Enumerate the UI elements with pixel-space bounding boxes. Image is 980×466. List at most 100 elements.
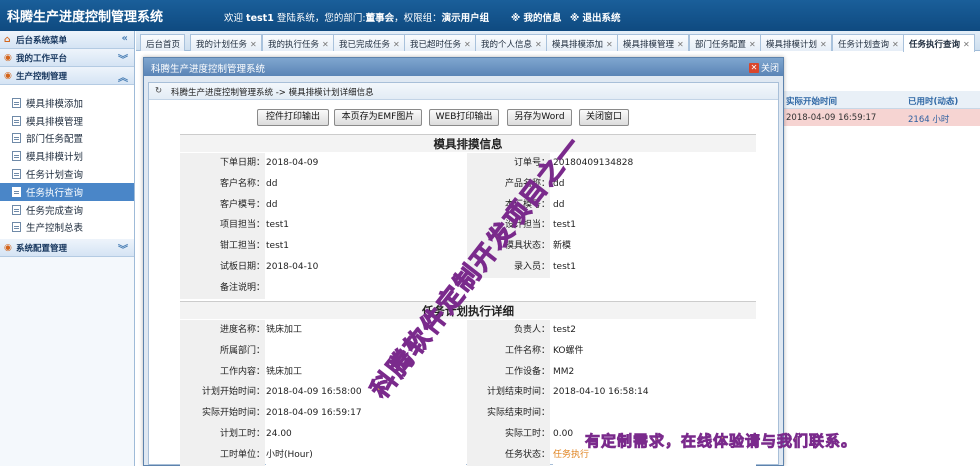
app-title: 科腾生产进度控制管理系统 [7, 10, 164, 25]
tab-my-exec[interactable]: 我的执行任务 ✕ [262, 34, 334, 51]
sidebar-item-production-summary[interactable]: 生产控制总表 [0, 219, 134, 237]
sidebar-item-mold-add[interactable]: 模具排模添加 [0, 94, 134, 112]
tab-my-done[interactable]: 我已完成任务 ✕ [333, 34, 405, 51]
logout-link[interactable]: ※ 退出系统 [570, 10, 621, 24]
info-row: 所属部门： 工件名称： KO螺件 [180, 340, 756, 362]
tab-bar: 后台首页 我的计划任务 ✕ 我的执行任务 ✕ 我已完成任务 ✕ 我已超时任务 ✕ 我的个… [136, 31, 980, 52]
table-row[interactable]: 2018-04-09 16:59:17 2164 小时 [784, 109, 980, 126]
tab-mold-add[interactable]: 模具排模添加 ✕ [546, 34, 618, 51]
field-label: 项目担当： [180, 215, 265, 237]
close-icon[interactable]: ✕ [963, 40, 970, 49]
sidebar-menu-header[interactable]: ⌂ 后台系统菜单 « [0, 31, 134, 49]
field-label: 负责人： [467, 320, 550, 341]
close-icon[interactable]: ✕ [322, 40, 329, 49]
close-icon[interactable]: ✕ [393, 40, 400, 49]
field-label: 进度名称： [180, 320, 265, 341]
field-value: 2018-04-10 16:58:14 [553, 382, 756, 404]
close-icon: ✕ [748, 62, 759, 73]
field-value: 2018-04-09 [266, 153, 466, 174]
sidebar-item-mold-plan[interactable]: 模具排模计划 [0, 147, 134, 165]
sidebar-production[interactable]: ◉ 生产控制管理 ︽ [0, 67, 134, 85]
sidebar-item-label: 任务计划查询 [26, 170, 84, 182]
tab-my-info[interactable]: 我的个人信息 ✕ [475, 34, 547, 51]
field-label: 客户模号： [180, 194, 265, 216]
table-cell: 2018-04-09 16:59:17 [786, 113, 877, 123]
print-control-button[interactable]: 控件打印输出 [257, 109, 329, 126]
sidebar-item-task-done-query[interactable]: 任务完成查询 [0, 201, 134, 219]
link-icon: ↻ [155, 86, 163, 96]
column-header: 已用时(动态) [908, 97, 959, 107]
tab-mold-plan[interactable]: 模具排模计划 ✕ [760, 34, 832, 51]
my-info-link[interactable]: ※ 我的信息 [511, 10, 562, 24]
sidebar-item-label: 任务执行查询 [26, 187, 84, 199]
document-icon [12, 169, 21, 180]
chevron-down-icon: ︾ [118, 245, 128, 256]
sidebar-workbench-label: 我的工作平台 [16, 53, 68, 64]
tab-task-plan-query[interactable]: 任务计划查询 ✕ [832, 34, 904, 51]
tab-label: 后台首页 [146, 40, 181, 50]
table-header: 实际开始时间 已用时(动态) [784, 91, 980, 109]
document-icon [12, 186, 21, 197]
sidebar-item-label: 任务完成查询 [26, 205, 84, 217]
document-icon [12, 97, 21, 108]
dialog-close-button[interactable]: ✕ 关闭 [748, 61, 779, 74]
close-icon[interactable]: ✕ [820, 40, 827, 49]
top-header: 科腾生产进度控制管理系统 欢迎 test1 登陆系统，您的部门:董事会，权限组：… [0, 0, 980, 31]
welcome-mid: 登陆系统，您的部门: [276, 13, 366, 24]
close-icon[interactable]: ✕ [535, 40, 542, 49]
field-label: 工作设备： [467, 361, 550, 383]
tab-label: 任务计划查询 [838, 40, 890, 50]
close-icon[interactable]: ✕ [749, 40, 756, 49]
sidebar-menu-title: 后台系统菜单 [16, 35, 68, 46]
tab-label: 我已完成任务 [339, 40, 391, 50]
remark-label: 备注说明： [180, 277, 265, 299]
save-emf-button[interactable]: 本页存为EMF图片 [334, 109, 422, 126]
sidebar-item-dept-task[interactable]: 部门任务配置 [0, 130, 134, 148]
info-row: 下单日期： 2018-04-09 订单号： 2018040913482​8 [180, 153, 756, 174]
close-icon[interactable]: ✕ [892, 40, 899, 49]
tab-dept-task[interactable]: 部门任务配置 ✕ [689, 34, 761, 51]
document-icon [12, 133, 21, 144]
info-row: 客户模号： dd 本厂模号： dd [180, 194, 756, 216]
field-value: test1 [553, 215, 756, 237]
sidebar-item-label: 模具排模计划 [26, 152, 84, 164]
collapse-icon[interactable]: « [122, 33, 128, 44]
field-label: 实际结束时间： [467, 403, 550, 424]
sidebar-item-task-exec-query[interactable]: 任务执行查询 [0, 182, 134, 201]
tab-label: 我的个人信息 [481, 40, 533, 50]
dialog-title: 科腾生产进度控制管理系统 [151, 64, 266, 75]
field-value: dd [553, 194, 756, 216]
web-print-button[interactable]: WEB打印输出 [429, 109, 499, 126]
sidebar-item-mold-manage[interactable]: 模具排模管理 [0, 112, 134, 130]
chevron-up-icon: ︽ [118, 73, 128, 84]
close-icon[interactable]: ✕ [606, 40, 613, 49]
sidebar-production-label: 生产控制管理 [16, 71, 68, 82]
tab-mold-manage[interactable]: 模具排模管理 ✕ [617, 34, 689, 51]
tab-my-plan[interactable]: 我的计划任务 ✕ [190, 34, 262, 51]
sidebar-config[interactable]: ◉ 系统配置管理 ︾ [0, 239, 134, 257]
tab-my-overdue[interactable]: 我已超时任务 ✕ [404, 34, 476, 51]
field-value [553, 403, 756, 424]
sidebar-workbench[interactable]: ◉ 我的工作平台 ︾ [0, 49, 134, 67]
info-row: 计划开始时间： 2018-04-09 16:58:00 计划结束时间： 2018… [180, 382, 756, 404]
close-icon[interactable]: ✕ [677, 40, 684, 49]
close-icon[interactable]: ✕ [464, 40, 471, 49]
close-icon[interactable]: ✕ [250, 40, 257, 49]
field-value: test2 [553, 320, 756, 341]
document-icon [12, 151, 21, 162]
dialog-titlebar[interactable]: 科腾生产进度控制管理系统 ✕ 关闭 [144, 58, 783, 76]
tab-label: 模具排模计划 [766, 40, 818, 50]
tab-label: 我的计划任务 [196, 40, 248, 50]
sidebar-item-task-plan-query[interactable]: 任务计划查询 [0, 165, 134, 183]
tab-task-exec-query[interactable]: 任务执行查询 ✕ [903, 34, 975, 52]
tab-home[interactable]: 后台首页 [140, 34, 186, 51]
sidebar-list: 模具排模添加 模具排模管理 部门任务配置 模具排模计划 任务计划查询 任务执行查… [0, 85, 134, 243]
field-label: 工件名称： [467, 340, 550, 362]
field-value: 小时(Hour) [266, 444, 466, 466]
document-icon [12, 204, 21, 215]
field-value: dd [553, 173, 756, 195]
column-header: 实际开始时间 [786, 97, 838, 107]
print-toolbar: 控件打印输出 本页存为EMF图片 WEB打印输出 另存为Word 关闭窗口 [149, 109, 780, 129]
info-row: 项目担当： test1 设计担当： test1 [180, 215, 756, 237]
field-value: test1 [553, 256, 756, 278]
